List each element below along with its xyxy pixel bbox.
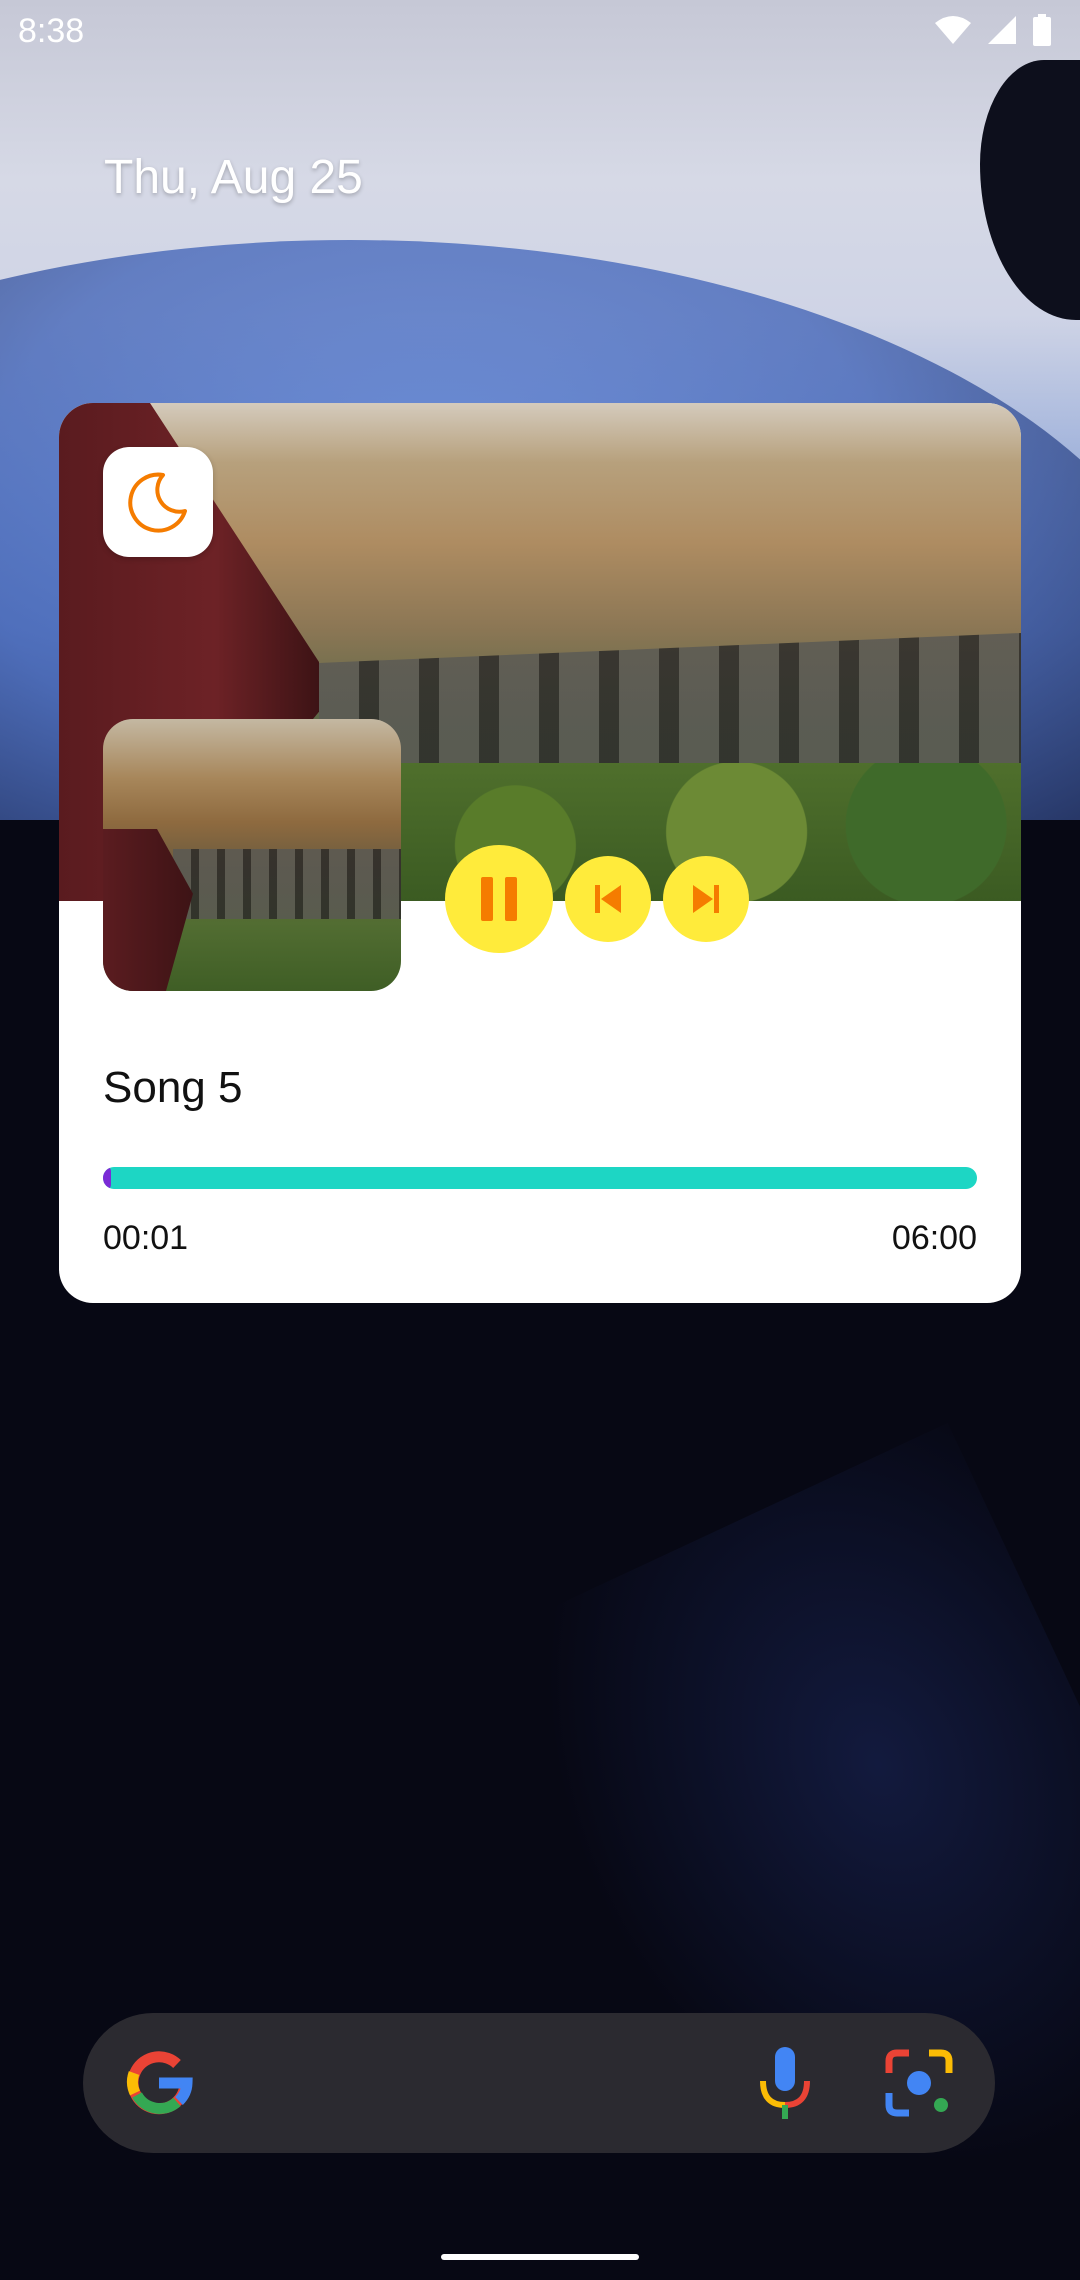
battery-icon <box>1033 14 1051 46</box>
album-art <box>103 719 401 991</box>
microphone-icon[interactable] <box>755 2043 815 2123</box>
signal-icon <box>988 16 1016 44</box>
pause-button[interactable] <box>445 845 553 953</box>
google-search-bar[interactable] <box>83 2013 995 2153</box>
progress-bar[interactable] <box>103 1167 977 1189</box>
moon-icon <box>128 472 187 533</box>
app-icon[interactable] <box>103 447 213 557</box>
progress-fill <box>103 1167 111 1189</box>
lens-icon[interactable] <box>883 2047 955 2119</box>
skip-previous-icon <box>595 885 621 913</box>
pause-icon <box>481 877 517 921</box>
status-icons <box>934 14 1052 46</box>
status-time: 8:38 <box>18 12 85 50</box>
previous-button[interactable] <box>565 856 651 942</box>
navigation-handle[interactable] <box>441 2254 639 2260</box>
music-widget[interactable]: Song 5 00:01 06:00 <box>59 403 1021 1303</box>
google-icon[interactable] <box>125 2049 193 2117</box>
skip-next-icon <box>693 885 719 913</box>
wifi-icon <box>935 16 971 44</box>
song-title: Song 5 <box>103 1063 243 1112</box>
next-button[interactable] <box>663 856 749 942</box>
date-text[interactable]: Thu, Aug 25 <box>104 150 363 205</box>
status-bar: 8:38 <box>0 0 1080 64</box>
elapsed-time: 00:01 <box>103 1219 189 1257</box>
total-time: 06:00 <box>891 1219 977 1257</box>
